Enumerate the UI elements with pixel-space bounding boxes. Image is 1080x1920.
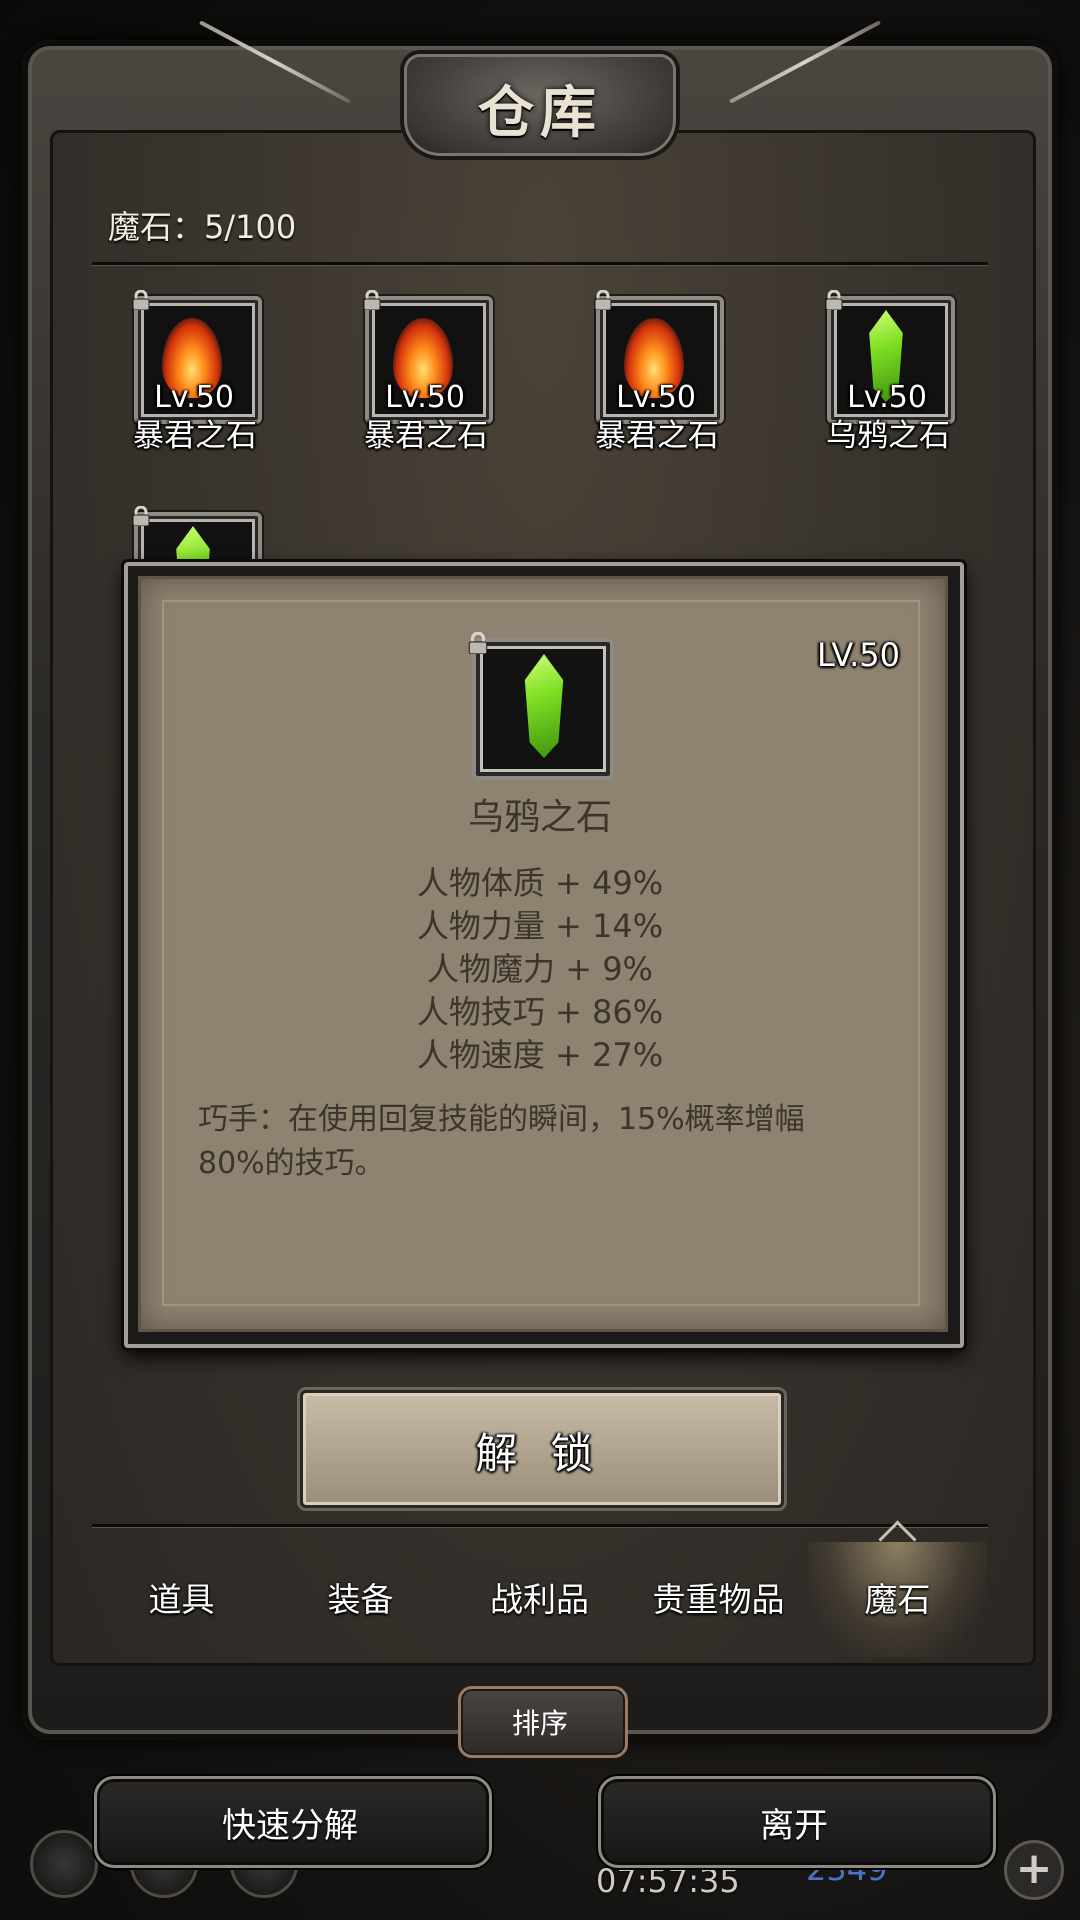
stat-line: 人物力量 + 14% <box>416 907 664 945</box>
item-slot[interactable]: Lv.50 乌鸦之石 <box>793 290 983 456</box>
quick-decompose-label[interactable]: 快速分解 <box>94 1798 486 1847</box>
detail-level: LV.50 <box>817 636 900 674</box>
settings-gear-icon[interactable] <box>30 1830 98 1898</box>
stat-line: 人物技巧 + 86% <box>416 993 664 1031</box>
item-name: 暴君之石 <box>133 418 257 454</box>
lock-icon <box>825 290 843 310</box>
tab-loot[interactable]: 战利品 <box>450 1542 629 1658</box>
plus-icon[interactable]: + <box>1004 1840 1064 1900</box>
tab-valuables[interactable]: 贵重物品 <box>629 1542 808 1658</box>
tab-equipment[interactable]: 装备 <box>271 1542 450 1658</box>
lock-icon <box>132 506 150 526</box>
stat-line: 人物魔力 + 9% <box>427 950 653 988</box>
tab-items[interactable]: 道具 <box>92 1542 271 1658</box>
window-title: 仓库 <box>478 80 602 146</box>
magic-stone-count: 魔石：5/100 <box>108 208 297 246</box>
item-name: 暴君之石 <box>595 418 719 454</box>
stat-list: 人物体质 + 49% 人物力量 + 14% 人物魔力 + 9% 人物技巧 + 8… <box>138 862 942 1077</box>
unlock-button-label[interactable]: 解 锁 <box>300 1420 778 1481</box>
stat-line: 人物速度 + 27% <box>416 1036 664 1074</box>
leave-label[interactable]: 离开 <box>598 1798 990 1847</box>
divider <box>92 1524 988 1527</box>
tab-magic-stones[interactable]: 魔石 <box>808 1542 987 1658</box>
item-slot[interactable]: Lv.50 暴君之石 <box>562 290 752 456</box>
lock-icon <box>468 632 488 654</box>
skill-description: 巧手：在使用回复技能的瞬间，15%概率增幅80%的技巧。 <box>198 1102 805 1181</box>
lock-icon <box>132 290 150 310</box>
category-tabs: 道具 装备 战利品 贵重物品 魔石 <box>92 1542 988 1658</box>
sort-button-label[interactable]: 排序 <box>458 1702 622 1742</box>
divider <box>92 262 988 265</box>
lock-icon <box>363 290 381 310</box>
item-slot[interactable]: Lv.50 暴君之石 <box>100 290 290 456</box>
stat-line: 人物体质 + 49% <box>416 864 664 902</box>
lock-icon <box>594 290 612 310</box>
detail-item-name: 乌鸦之石 <box>467 797 612 838</box>
item-slot[interactable]: Lv.50 暴君之石 <box>331 290 521 456</box>
item-name: 乌鸦之石 <box>826 418 950 454</box>
item-name: 暴君之石 <box>364 418 488 454</box>
